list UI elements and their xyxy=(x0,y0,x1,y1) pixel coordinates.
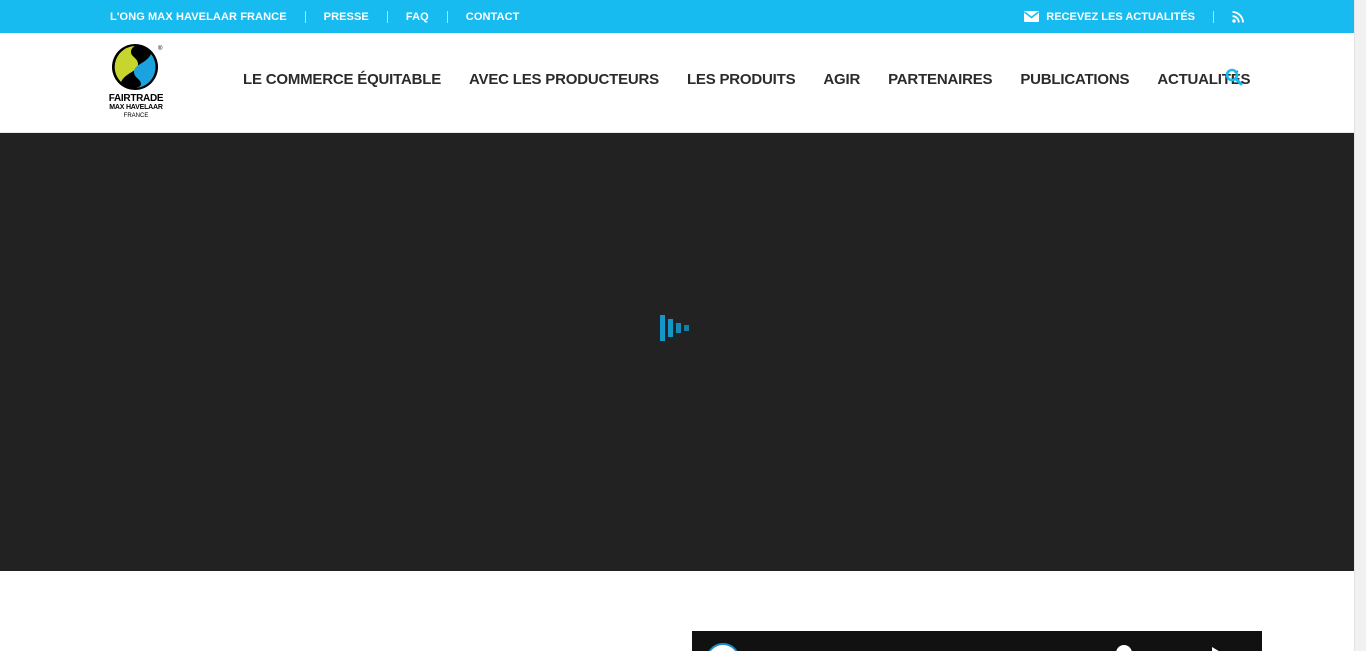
loader-bar xyxy=(668,319,673,337)
top-link-presse[interactable]: PRESSE xyxy=(304,10,387,23)
logo-wordmark: FAIRTRADE MAX HAVELAAR FRANCE xyxy=(104,94,168,121)
loader-bar xyxy=(660,315,665,341)
svg-text:®: ® xyxy=(158,45,163,52)
info-icon[interactable] xyxy=(1116,645,1132,651)
loader-bar xyxy=(684,325,689,331)
top-link-ong[interactable]: L'ONG MAX HAVELAAR FRANCE xyxy=(110,11,305,23)
fairtrade-logo[interactable]: ® FAIRTRADE MAX HAVELAAR FRANCE xyxy=(104,42,168,122)
top-link-faq[interactable]: FAQ xyxy=(386,10,447,23)
nav-item-produits[interactable]: LES PRODUITS xyxy=(673,71,809,88)
logo-line-fairtrade: FAIRTRADE xyxy=(108,93,164,104)
top-link-contact[interactable]: CONTACT xyxy=(446,10,538,23)
rss-icon xyxy=(1232,10,1244,23)
top-bar-right: RECEVEZ LES ACTUALITÉS xyxy=(1024,0,1244,33)
share-icon[interactable] xyxy=(1212,647,1222,651)
top-links: L'ONG MAX HAVELAAR FRANCE PRESSE FAQ CON… xyxy=(110,0,537,33)
search-button[interactable] xyxy=(1225,68,1243,91)
loading-bars-icon xyxy=(660,315,689,341)
site-header: ® FAIRTRADE MAX HAVELAAR FRANCE LE COMME… xyxy=(0,33,1354,133)
page-scrollbar[interactable] xyxy=(1354,0,1366,651)
newsletter-link[interactable]: RECEVEZ LES ACTUALITÉS xyxy=(1024,10,1214,23)
nav-item-commerce-equitable[interactable]: LE COMMERCE ÉQUITABLE xyxy=(229,71,455,88)
loader-bar xyxy=(676,323,681,333)
channel-avatar[interactable] xyxy=(706,643,740,651)
logo-line-max-havelaar: MAX HAVELAAR xyxy=(109,104,163,111)
nav-item-actualites[interactable]: ACTUALITÉS xyxy=(1143,71,1264,88)
top-bar: L'ONG MAX HAVELAAR FRANCE PRESSE FAQ CON… xyxy=(0,0,1354,33)
video-player[interactable] xyxy=(692,631,1262,651)
nav-item-agir[interactable]: AGIR xyxy=(809,71,874,88)
fairtrade-mark-icon: ® xyxy=(112,44,163,90)
nav-item-producteurs[interactable]: AVEC LES PRODUCTEURS xyxy=(455,71,673,88)
envelope-icon xyxy=(1024,11,1040,22)
nav-item-publications[interactable]: PUBLICATIONS xyxy=(1006,71,1143,88)
hero-slider xyxy=(0,133,1354,571)
logo-line-france: FRANCE xyxy=(123,113,149,119)
nav-item-partenaires[interactable]: PARTENAIRES xyxy=(874,71,1006,88)
main-nav: LE COMMERCE ÉQUITABLE AVEC LES PRODUCTEU… xyxy=(229,33,1264,125)
newsletter-label: RECEVEZ LES ACTUALITÉS xyxy=(1046,10,1195,23)
rss-link[interactable] xyxy=(1214,10,1244,23)
search-icon xyxy=(1225,68,1243,86)
